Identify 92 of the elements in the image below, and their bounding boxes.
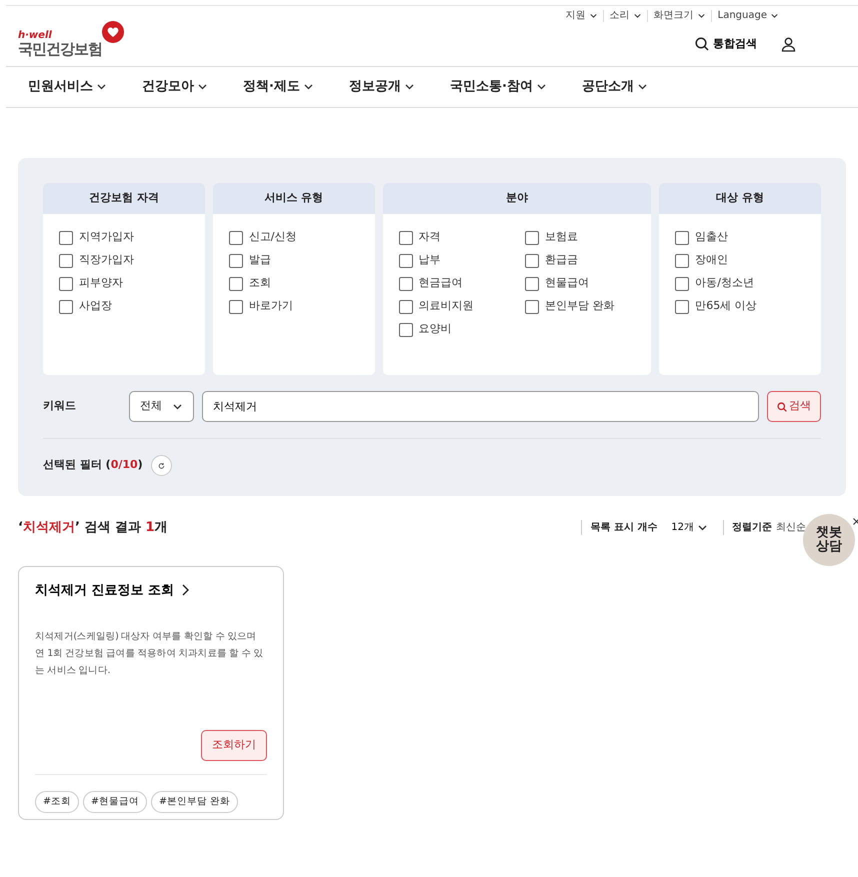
page-size-label: 목록 표시 개수 — [581, 520, 658, 536]
selected-filter-count: 선택된 필터 (0/10) — [43, 457, 143, 474]
checkbox[interactable] — [524, 230, 539, 244]
checkbox[interactable] — [398, 230, 413, 244]
checkbox[interactable] — [524, 276, 539, 290]
checkbox-option[interactable]: 보험료 — [524, 226, 652, 249]
card-title-link[interactable]: 치석제거 진료정보 조회 — [35, 580, 190, 600]
results-heading: ‘치석제거’ 검색 결과 1개 — [18, 519, 168, 537]
scope-select[interactable]: 전체 — [129, 391, 194, 422]
hashtag[interactable]: #본인부담 완화 — [150, 791, 238, 814]
caret-icon — [404, 84, 414, 90]
keyword-input[interactable]: 치석제거 — [202, 391, 759, 422]
heart-logo-icon — [102, 19, 124, 43]
checkbox[interactable] — [398, 254, 413, 268]
checkbox[interactable] — [228, 254, 243, 268]
checkbox[interactable] — [59, 230, 73, 244]
caret-icon — [698, 524, 707, 531]
caret-icon — [97, 84, 106, 90]
checkbox-option[interactable]: 자격 — [398, 226, 525, 249]
filter-group-title: 대상 유형 — [659, 183, 821, 214]
refresh-icon — [158, 460, 165, 470]
checkbox-option[interactable]: 현물급여 — [524, 272, 652, 295]
caret-icon — [536, 84, 546, 90]
hashtag[interactable]: #현물급여 — [82, 791, 147, 814]
checkbox-option[interactable]: 만65세 이상 — [675, 295, 821, 318]
logo-tagline: h·well — [18, 31, 53, 41]
checkbox[interactable] — [675, 300, 690, 314]
logo-name: 국민건강보험 — [18, 41, 102, 57]
checkbox[interactable] — [59, 300, 73, 314]
checkbox-option[interactable]: 납부 — [398, 249, 525, 272]
checkbox-option[interactable]: 환급금 — [524, 249, 652, 272]
nav-menu-item[interactable]: 건강모아 — [142, 77, 221, 97]
sort-label: 정렬기준 — [723, 520, 772, 536]
utility-link[interactable]: Language — [710, 10, 784, 22]
checkbox-option[interactable]: 바로가기 — [228, 295, 375, 318]
nav-menu-item[interactable]: 정책·제도 — [243, 77, 327, 97]
caret-icon — [634, 13, 641, 19]
caret-icon — [198, 84, 207, 90]
utility-link[interactable]: 화면크기 — [646, 10, 711, 22]
checkbox-option[interactable]: 피부양자 — [59, 272, 205, 295]
card-description: 치석제거(스케일링) 대상자 여부를 확인할 수 있으며 연 1회 건강보험 급여를 적용하여 치과치료를 할 수 있는 서비스 입니다. — [35, 630, 264, 678]
checkbox-option[interactable]: 발급 — [228, 249, 375, 272]
filter-group-title: 서비스 유형 — [212, 183, 375, 214]
caret-icon — [590, 13, 597, 19]
lookup-button[interactable]: 조회하기 — [201, 730, 267, 761]
checkbox-option[interactable]: 본인부담 완화 — [524, 295, 652, 318]
search-icon — [695, 37, 709, 51]
caret-icon — [638, 84, 647, 90]
checkbox-option[interactable]: 아동/청소년 — [675, 272, 821, 295]
checkbox-option[interactable]: 임출산 — [675, 226, 821, 249]
caret-icon — [172, 404, 183, 410]
checkbox[interactable] — [675, 230, 690, 244]
caret-icon — [698, 13, 705, 19]
nav-menu-item[interactable]: 국민소통·참여 — [450, 77, 560, 97]
checkbox-option[interactable]: 조회 — [228, 272, 375, 295]
checkbox[interactable] — [675, 254, 690, 268]
utility-link[interactable]: 소리 — [602, 10, 647, 22]
nav-menu-item[interactable]: 정보공개 — [348, 77, 428, 97]
page-size-select[interactable]: 12개 — [665, 519, 715, 536]
checkbox[interactable] — [228, 230, 243, 244]
integrated-search-link[interactable]: 통합검색 — [695, 36, 757, 52]
checkbox-option[interactable]: 사업장 — [59, 295, 205, 318]
checkbox-option[interactable]: 지역가입자 — [59, 226, 205, 249]
keyword-label: 키워드 — [43, 398, 77, 414]
checkbox[interactable] — [398, 300, 413, 314]
checkbox[interactable] — [59, 276, 73, 290]
checkbox[interactable] — [228, 300, 243, 314]
checkbox-option[interactable]: 신고/신청 — [228, 226, 375, 249]
checkbox-option[interactable]: 현금급여 — [398, 272, 525, 295]
search-icon — [777, 402, 787, 412]
nav-menu-item[interactable]: 공단소개 — [582, 77, 661, 97]
hashtag[interactable]: #조회 — [35, 791, 79, 814]
checkbox-option[interactable]: 의료비지원 — [398, 295, 525, 318]
checkbox[interactable] — [398, 322, 413, 336]
caret-icon — [771, 13, 778, 19]
checkbox-option[interactable]: 장애인 — [675, 249, 821, 272]
nav-menu-item[interactable]: 민원서비스 — [28, 77, 120, 97]
reset-button[interactable] — [150, 455, 172, 476]
filter-group-title: 건강보험 자격 — [43, 183, 205, 214]
sort-select[interactable]: 최신순 — [776, 520, 806, 536]
checkbox[interactable] — [524, 300, 539, 314]
checkbox-option[interactable]: 직장가입자 — [59, 249, 205, 272]
filter-group-title: 분야 — [382, 183, 652, 214]
checkbox[interactable] — [524, 254, 539, 268]
checkbox[interactable] — [228, 276, 243, 290]
checkbox[interactable] — [675, 276, 690, 290]
caret-icon — [304, 84, 313, 90]
checkbox[interactable] — [59, 254, 73, 268]
checkbox-option[interactable]: 요양비 — [398, 318, 525, 341]
checkbox[interactable] — [398, 276, 413, 290]
utility-link[interactable]: 지원 — [560, 10, 603, 22]
search-button[interactable]: 검색 — [767, 391, 821, 422]
